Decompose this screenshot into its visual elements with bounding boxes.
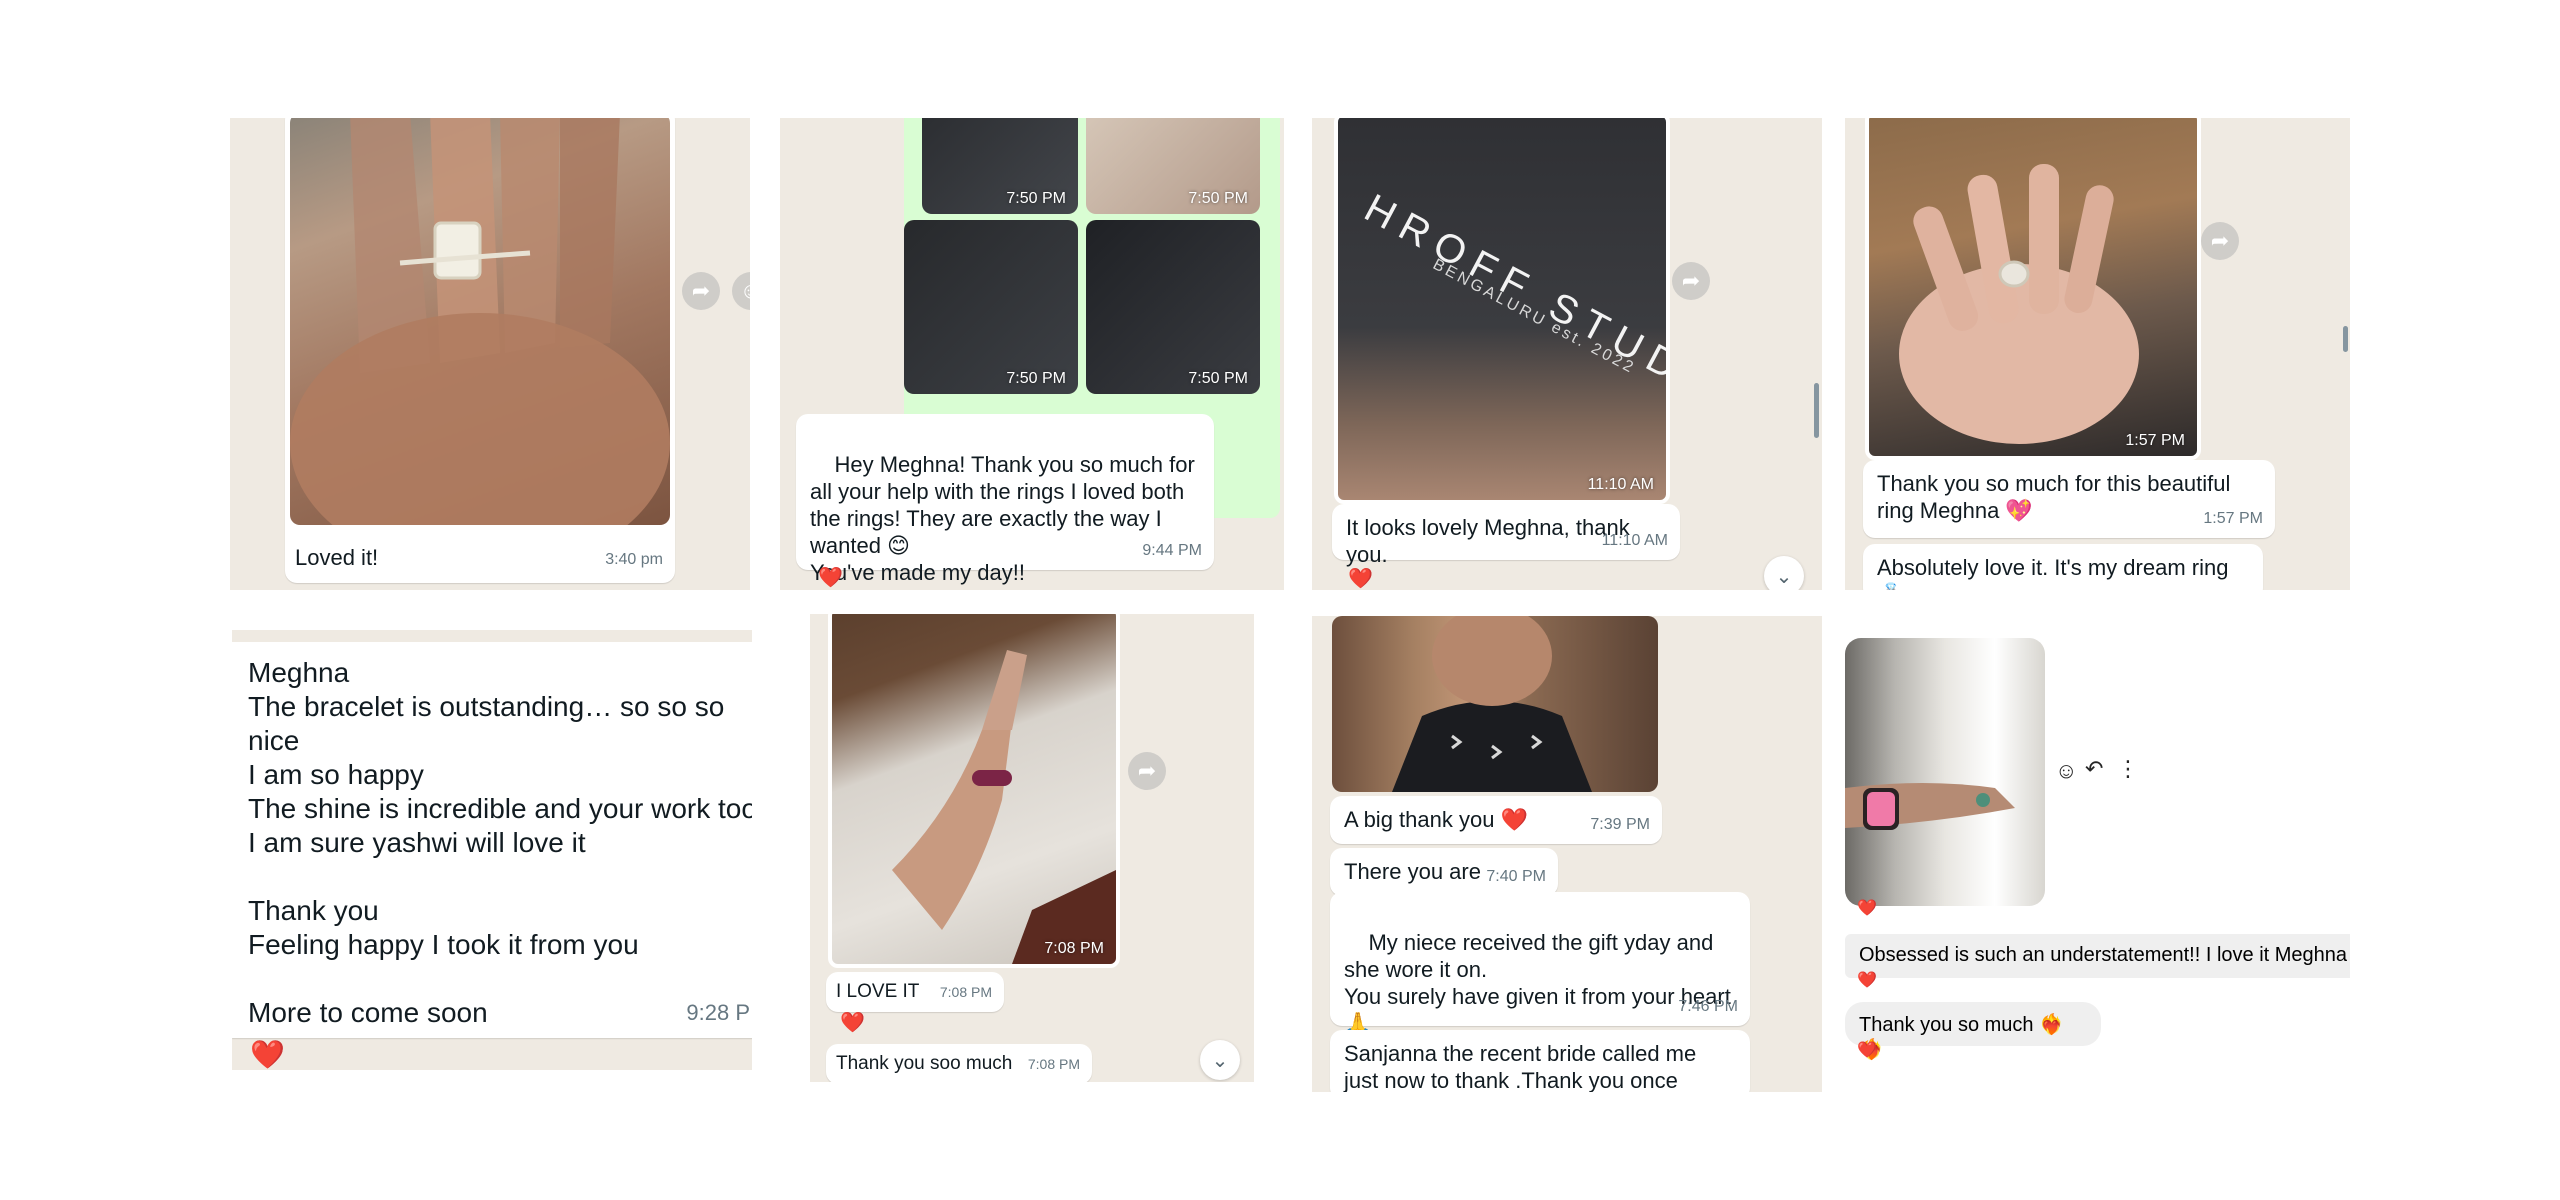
chat-panel-5: Meghna The bracelet is outstanding… so s…	[232, 630, 752, 1070]
hand-illustration	[892, 650, 1116, 964]
chat-panel-7: A big thank you ❤️ 7:39 PM There you are…	[1312, 616, 1822, 1092]
grid-photo-4[interactable]: 7:50 PM	[1086, 220, 1260, 394]
chat-panel-8: ☺ ↶ ⋮ ❤️ Obsessed is such an understatem…	[1845, 630, 2350, 1070]
image-caption: Loved it!	[295, 545, 379, 570]
scrollbar[interactable]	[2343, 326, 2348, 352]
message-time: 9:44 PM	[1142, 542, 1202, 559]
message-time: 7:46 PM	[1678, 998, 1738, 1015]
photo-time: 7:50 PM	[1006, 370, 1066, 387]
red-nails-ring-photo[interactable]: 1:57 PM	[1865, 118, 2201, 460]
message-time: 7:40 PM	[1486, 868, 1546, 885]
message-time: 11:10 AM	[1601, 532, 1668, 549]
message-bubble[interactable]: My niece received the gift yday and she …	[1330, 892, 1750, 1036]
message-text: Hey Meghna! Thank you so much for all yo…	[810, 452, 1195, 585]
more-options-icon[interactable]: ⋮	[2117, 756, 2139, 782]
emoji-react-icon[interactable]: ☺	[732, 272, 750, 310]
message-text: A big thank you ❤️	[1344, 807, 1528, 832]
message-bubble[interactable]: Hey Meghna! Thank you so much for all yo…	[796, 414, 1214, 585]
photo-time: 1:57 PM	[2125, 432, 2185, 449]
message-time: 7:08 PM	[939, 984, 992, 1000]
photo-time: 11:10 AM	[1587, 476, 1654, 493]
message-bubble[interactable]: Thank you so much for this beautiful rin…	[1863, 460, 2275, 538]
scrollbar[interactable]	[1814, 383, 1819, 438]
heart-reaction[interactable]: ❤️	[1857, 1040, 1877, 1060]
message-bubble[interactable]: Thank you so much ❤️‍🔥❤️‍🔥	[1845, 1002, 2101, 1061]
message-line: The bracelet is outstanding… so so so ni…	[248, 691, 725, 756]
message-line: I am sure yashwi will love it	[248, 827, 586, 858]
grid-photo-3[interactable]: 7:50 PM	[904, 220, 1078, 394]
message-text: Obsessed is such an understatement!! I l…	[1859, 944, 2348, 966]
message-text: Thank you soo much	[836, 1053, 1013, 1074]
smartwatch-photo[interactable]	[1845, 638, 2045, 906]
message-bubble[interactable]: A big thank you ❤️ 7:39 PM	[1330, 796, 1662, 844]
heart-reaction[interactable]: ❤️	[1348, 566, 1373, 590]
chat-panel-3: HROFF STUDIO BENGALURU est. 2022 11:10 A…	[1312, 118, 1822, 590]
message-time: 7:39 PM	[1590, 816, 1650, 833]
message-text: Thank you so much for this beautiful rin…	[1877, 471, 2231, 523]
message-line: More to come soon	[248, 997, 488, 1028]
forward-icon[interactable]: ➦	[2201, 222, 2239, 260]
chat-panel-4: 1:57 PM ➦ Thank you so much for this bea…	[1845, 118, 2350, 590]
shroff-box-photo[interactable]: HROFF STUDIO BENGALURU est. 2022 11:10 A…	[1334, 118, 1670, 504]
message-text: Thank you so much ❤️‍🔥❤️‍🔥	[1859, 1014, 2064, 1061]
photo-time: 7:50 PM	[1006, 190, 1066, 207]
heart-reaction[interactable]: ❤️	[250, 1038, 285, 1070]
message-line: I am so happy	[248, 759, 424, 790]
ring-hand-photo[interactable]	[290, 118, 670, 525]
heart-reaction[interactable]: ❤️	[840, 1010, 865, 1035]
message-line: Thank you	[248, 895, 379, 926]
message-bubble[interactable]: Sanjanna the recent bride called me just…	[1330, 1030, 1750, 1092]
chat-panel-1: Loved it! 3:40 pm ➦ ☺	[230, 118, 750, 590]
hand-watch-illustration	[1845, 783, 2015, 830]
message-bubble[interactable]: Obsessed is such an understatement!! I l…	[1845, 934, 2350, 978]
photo-time: 7:08 PM	[1044, 940, 1104, 957]
hand-illustration	[290, 118, 670, 525]
image-message[interactable]: Loved it! 3:40 pm	[285, 118, 675, 583]
message-time: 7:08 PM	[1027, 1056, 1080, 1072]
message-line	[248, 962, 752, 996]
message-line	[248, 860, 752, 894]
message-bubble[interactable]: Absolutely love it. It's my dream ring 💍	[1863, 544, 2263, 590]
message-text: Sanjanna the recent bride called me just…	[1344, 1041, 1697, 1092]
heart-reaction[interactable]: ❤️	[1857, 898, 1877, 918]
message-time: 3:40 pm	[605, 551, 663, 568]
scroll-down-button[interactable]: ⌄	[1764, 556, 1804, 590]
message-line: Meghna	[248, 657, 350, 688]
grid-photo-2[interactable]: 7:50 PM	[1086, 118, 1260, 214]
chat-panel-2: 7:50 PM 7:50 PM 7:50 PM 7:50 PM Hey Megh…	[780, 118, 1284, 590]
forward-icon[interactable]: ➦	[1128, 752, 1166, 790]
heart-reaction[interactable]: ❤️	[818, 565, 843, 590]
reply-icon[interactable]: ↶	[2085, 756, 2103, 782]
photo-time: 7:50 PM	[1188, 190, 1248, 207]
message-text: It looks lovely Meghna, thank you.	[1346, 515, 1630, 567]
message-text: There you are	[1344, 859, 1481, 884]
message-line: Feeling happy I took it from you	[248, 929, 639, 960]
message-text: I LOVE IT	[836, 981, 920, 1002]
portrait-photo[interactable]	[1332, 616, 1658, 792]
message-bubble[interactable]: There you are 7:40 PM	[1330, 848, 1558, 896]
emoji-react-icon[interactable]: ☺	[2055, 758, 2077, 784]
heart-reaction[interactable]: ❤️	[1857, 970, 1877, 990]
message-line: The shine is incredible and your work to…	[248, 793, 752, 824]
grid-photo-1[interactable]: 7:50 PM	[922, 118, 1078, 214]
chat-panel-6: 7:08 PM ➦ I LOVE IT 7:08 PM ❤️ Thank you…	[810, 614, 1254, 1082]
photo-time: 7:50 PM	[1188, 370, 1248, 387]
message-bubble[interactable]: I LOVE IT 7:08 PM	[826, 972, 1004, 1012]
person-illustration	[1392, 616, 1592, 792]
message-bubble[interactable]: It looks lovely Meghna, thank you. 11:10…	[1332, 504, 1680, 567]
message-time: 9:28 P	[686, 1000, 750, 1025]
forward-icon[interactable]: ➦	[1672, 262, 1710, 300]
hand-illustration	[1899, 164, 2139, 444]
message-text: Absolutely love it. It's my dream ring 💍	[1877, 555, 2229, 590]
long-message-bubble[interactable]: Meghna The bracelet is outstanding… so s…	[232, 642, 752, 1038]
forward-icon[interactable]: ➦	[682, 272, 720, 310]
message-bubble[interactable]: Thank you soo much 7:08 PM	[826, 1044, 1092, 1082]
message-text: My niece received the gift yday and she …	[1344, 930, 1731, 1036]
scroll-down-button[interactable]: ⌄	[1200, 1040, 1240, 1080]
ruby-ring-photo[interactable]: 7:08 PM	[828, 614, 1120, 968]
message-time: 1:57 PM	[2203, 510, 2263, 527]
